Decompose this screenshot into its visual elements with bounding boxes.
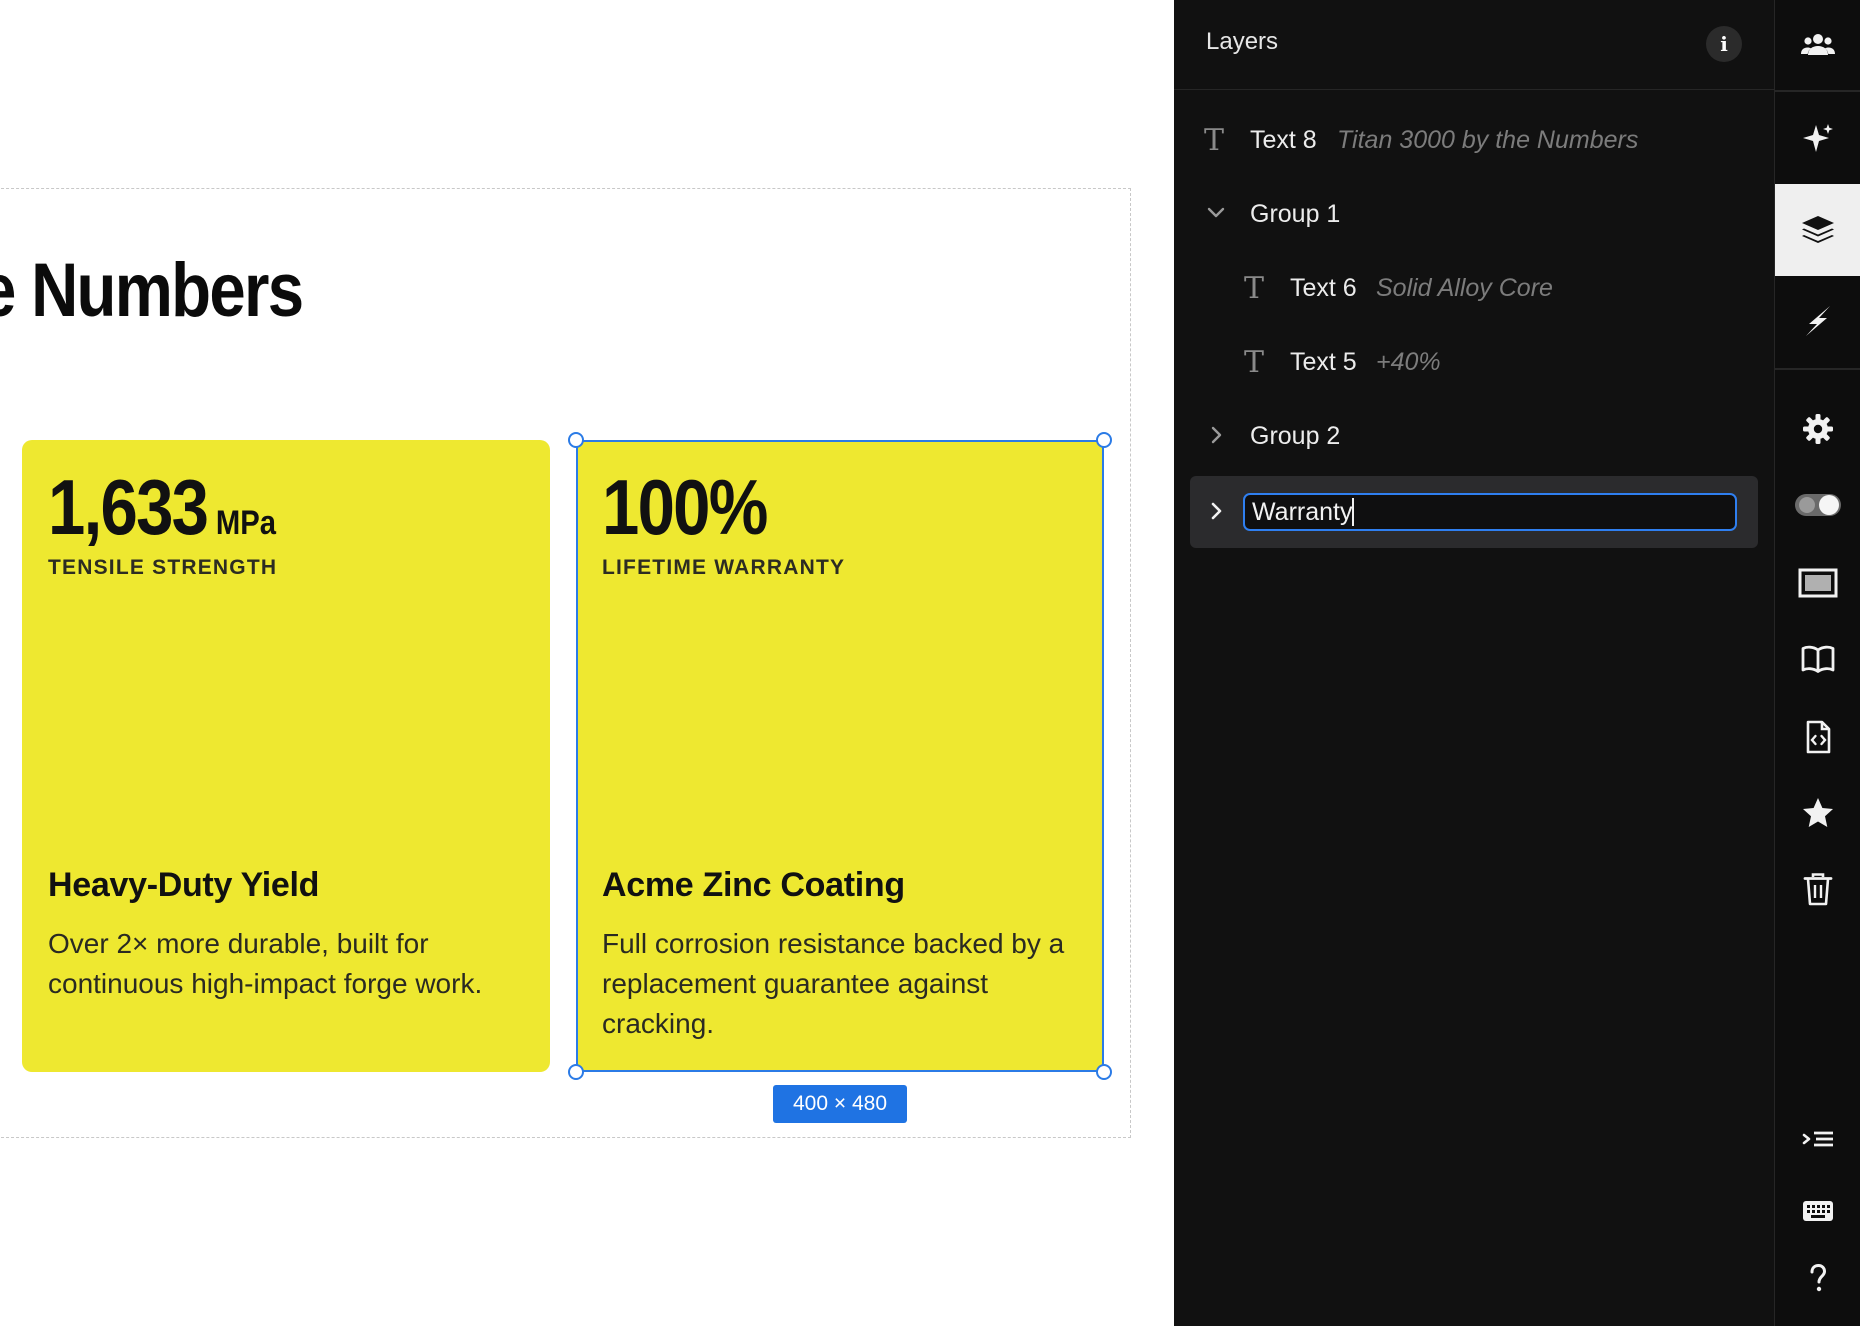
stat-label: LIFETIME WARRANTY: [602, 556, 846, 579]
resize-handle-top-left[interactable]: [568, 432, 584, 448]
layer-name: Text 8: [1250, 126, 1317, 154]
sparkle-icon[interactable]: [1775, 102, 1860, 176]
chevron-down-icon[interactable]: [1204, 198, 1228, 228]
layer-rename-input[interactable]: [1243, 493, 1737, 531]
chevron-right-icon[interactable]: [1204, 496, 1228, 526]
right-toolbar: [1774, 0, 1860, 1326]
resize-handle-top-right[interactable]: [1096, 432, 1112, 448]
card-body: Over 2× more durable, built for continuo…: [48, 928, 483, 999]
panel-title: Layers: [1206, 28, 1279, 55]
keyboard-icon[interactable]: [1775, 1174, 1860, 1248]
card-title: Acme Zinc Coating: [602, 866, 905, 904]
frame-icon[interactable]: [1775, 546, 1860, 620]
layer-preview: Titan 3000 by the Numbers: [1337, 126, 1639, 154]
text-caret: [1352, 498, 1354, 526]
panel-header: Layers i: [1174, 0, 1774, 90]
size-badge: 400 × 480: [773, 1085, 907, 1123]
star-icon[interactable]: [1775, 776, 1860, 850]
design-canvas[interactable]: e Numbers 1,633 MPa TENSILE STRENGTH Heav…: [0, 0, 1174, 1326]
text-layer-icon: T: [1244, 345, 1265, 380]
layer-name: Text 6: [1290, 274, 1357, 302]
stat: 1,633 MPa: [48, 462, 276, 552]
layer-row[interactable]: T Text 6 Solid Alloy Core: [1174, 258, 1774, 320]
text-layer-icon: T: [1204, 123, 1225, 158]
card-title: Heavy-Duty Yield: [48, 866, 320, 904]
stat: 100%: [602, 462, 768, 552]
users-icon[interactable]: [1775, 8, 1860, 82]
layer-row[interactable]: Group 1: [1174, 184, 1774, 246]
help-icon[interactable]: [1775, 1242, 1860, 1316]
resize-handle-bottom-left[interactable]: [568, 1064, 584, 1080]
layer-name: Group 1: [1250, 200, 1341, 228]
stat-card-selected[interactable]: 100% LIFETIME WARRANTY Acme Zinc Coating…: [576, 440, 1104, 1072]
layer-preview: +40%: [1376, 348, 1441, 376]
stat-value: 1,633: [48, 463, 209, 551]
layer-preview: Solid Alloy Core: [1376, 274, 1553, 302]
stat-value: 100%: [602, 463, 768, 551]
layers-icon[interactable]: [1775, 184, 1860, 276]
toggle-icon[interactable]: [1775, 468, 1860, 542]
trash-icon[interactable]: [1775, 852, 1860, 926]
info-icon[interactable]: i: [1706, 26, 1742, 62]
chevron-right-icon[interactable]: [1204, 420, 1228, 450]
stat-label: TENSILE STRENGTH: [48, 556, 278, 579]
indent-list-icon[interactable]: [1775, 1104, 1860, 1178]
lightning-icon[interactable]: [1775, 284, 1860, 358]
book-icon[interactable]: [1775, 622, 1860, 696]
layer-row[interactable]: Group 2: [1174, 406, 1774, 468]
layers-panel: Layers i T Text 8 Titan 3000 by the Numb…: [1174, 0, 1774, 1326]
text-layer-icon: T: [1244, 271, 1265, 306]
resize-handle-bottom-right[interactable]: [1096, 1064, 1112, 1080]
card-body: Full corrosion resistance backed by a re…: [602, 928, 1065, 1039]
stat-card[interactable]: 1,633 MPa TENSILE STRENGTH Heavy-Duty Yie…: [22, 440, 550, 1072]
stat-unit: MPa: [215, 504, 277, 542]
code-file-icon[interactable]: [1775, 700, 1860, 774]
canvas-heading[interactable]: e Numbers: [0, 246, 304, 336]
layer-name: Text 5: [1290, 348, 1357, 376]
layer-name: Group 2: [1250, 422, 1341, 450]
layer-row[interactable]: T Text 8 Titan 3000 by the Numbers: [1174, 110, 1774, 172]
layer-row[interactable]: T Text 5 +40%: [1174, 332, 1774, 394]
gear-icon[interactable]: [1775, 392, 1860, 466]
